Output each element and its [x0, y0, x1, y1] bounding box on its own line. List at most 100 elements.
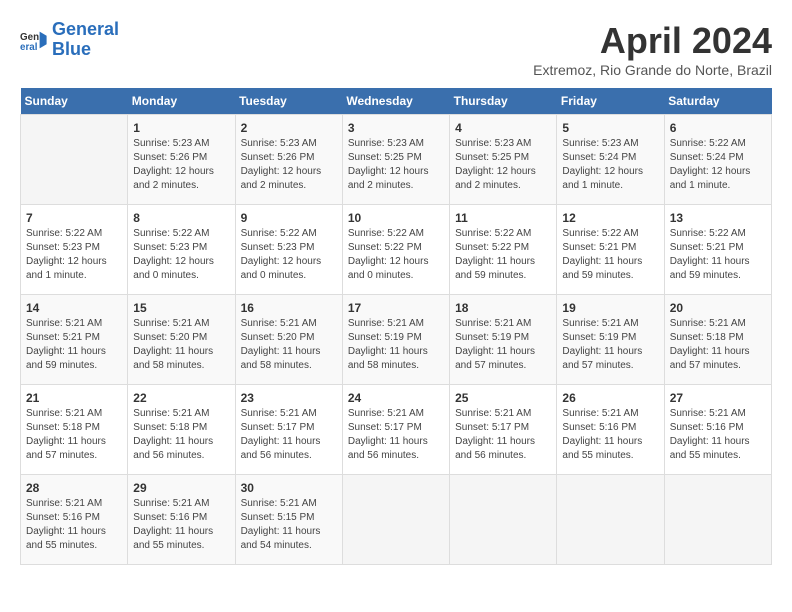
day-info: Sunrise: 5:23 AM Sunset: 5:25 PM Dayligh… [348, 137, 444, 193]
calendar-cell: 15Sunrise: 5:21 AM Sunset: 5:20 PM Dayli… [128, 295, 235, 385]
day-info: Sunrise: 5:21 AM Sunset: 5:17 PM Dayligh… [348, 407, 444, 463]
calendar-cell: 19 Sunrise: 5:21 AM Sunset: 5:19 PM Dayli… [557, 295, 664, 385]
day-info: Sunrise: 5:21 AM Sunset: 5:19 PM Dayligh… [455, 317, 551, 373]
day-number: 13 [670, 211, 766, 225]
calendar-week-row: 28 Sunrise: 5:21 AM Sunset: 5:16 PM Dayli… [21, 475, 772, 565]
calendar-cell: 23 Sunrise: 5:21 AM Sunset: 5:17 PM Dayli… [235, 385, 342, 475]
calendar-cell: 11 Sunrise: 5:22 AM Sunset: 5:22 PM Dayli… [450, 205, 557, 295]
day-number: 16 [241, 301, 337, 315]
calendar-cell: 16 Sunrise: 5:21 AM Sunset: 5:20 PM Dayli… [235, 295, 342, 385]
day-number: 3 [348, 121, 444, 135]
calendar-cell: 10 Sunrise: 5:22 AM Sunset: 5:22 PM Dayli… [342, 205, 449, 295]
calendar-cell [450, 475, 557, 565]
title-block: April 2024 Extremoz, Rio Grande do Norte… [533, 20, 772, 78]
day-info: Sunrise: 5:21 AM Sunset: 5:15 PM Dayligh… [241, 497, 337, 553]
day-of-week-header: Monday [128, 88, 235, 115]
calendar-cell: 20Sunrise: 5:21 AM Sunset: 5:18 PM Dayli… [664, 295, 771, 385]
day-number: 2 [241, 121, 337, 135]
day-number: 17 [348, 301, 444, 315]
day-info: Sunrise: 5:21 AM Sunset: 5:18 PM Dayligh… [133, 407, 229, 463]
calendar-cell: 3 Sunrise: 5:23 AM Sunset: 5:25 PM Daylig… [342, 115, 449, 205]
day-number: 24 [348, 391, 444, 405]
day-info: Sunrise: 5:23 AM Sunset: 5:25 PM Dayligh… [455, 137, 551, 193]
day-of-week-header: Sunday [21, 88, 128, 115]
day-info: Sunrise: 5:21 AM Sunset: 5:19 PM Dayligh… [562, 317, 658, 373]
day-number: 14 [26, 301, 122, 315]
day-of-week-header: Thursday [450, 88, 557, 115]
day-info: Sunrise: 5:22 AM Sunset: 5:23 PM Dayligh… [133, 227, 229, 283]
day-number: 12 [562, 211, 658, 225]
calendar-week-row: 7 Sunrise: 5:22 AM Sunset: 5:23 PM Daylig… [21, 205, 772, 295]
day-info: Sunrise: 5:22 AM Sunset: 5:21 PM Dayligh… [562, 227, 658, 283]
calendar-cell: 8Sunrise: 5:22 AM Sunset: 5:23 PM Daylig… [128, 205, 235, 295]
logo-text: General Blue [52, 20, 119, 60]
calendar-cell: 13Sunrise: 5:22 AM Sunset: 5:21 PM Dayli… [664, 205, 771, 295]
day-info: Sunrise: 5:23 AM Sunset: 5:26 PM Dayligh… [241, 137, 337, 193]
day-info: Sunrise: 5:21 AM Sunset: 5:16 PM Dayligh… [670, 407, 766, 463]
day-of-week-header: Saturday [664, 88, 771, 115]
logo-icon: Gen eral [20, 26, 48, 54]
day-number: 11 [455, 211, 551, 225]
calendar-cell: 22 Sunrise: 5:21 AM Sunset: 5:18 PM Dayli… [128, 385, 235, 475]
calendar-header-row: SundayMondayTuesdayWednesdayThursdayFrid… [21, 88, 772, 115]
day-info: Sunrise: 5:21 AM Sunset: 5:20 PM Dayligh… [133, 317, 229, 373]
day-of-week-header: Tuesday [235, 88, 342, 115]
calendar-cell: 14 Sunrise: 5:21 AM Sunset: 5:21 PM Dayli… [21, 295, 128, 385]
day-of-week-header: Friday [557, 88, 664, 115]
day-info: Sunrise: 5:21 AM Sunset: 5:18 PM Dayligh… [670, 317, 766, 373]
calendar-cell: 29Sunrise: 5:21 AM Sunset: 5:16 PM Dayli… [128, 475, 235, 565]
day-info: Sunrise: 5:22 AM Sunset: 5:24 PM Dayligh… [670, 137, 766, 193]
day-number: 18 [455, 301, 551, 315]
day-number: 29 [133, 481, 229, 495]
day-info: Sunrise: 5:23 AM Sunset: 5:24 PM Dayligh… [562, 137, 658, 193]
day-info: Sunrise: 5:23 AM Sunset: 5:26 PM Dayligh… [133, 137, 229, 193]
calendar-week-row: 1Sunrise: 5:23 AM Sunset: 5:26 PM Daylig… [21, 115, 772, 205]
day-number: 25 [455, 391, 551, 405]
calendar-cell: 28 Sunrise: 5:21 AM Sunset: 5:16 PM Dayli… [21, 475, 128, 565]
calendar-cell: 24 Sunrise: 5:21 AM Sunset: 5:17 PM Dayli… [342, 385, 449, 475]
calendar-cell: 5 Sunrise: 5:23 AM Sunset: 5:24 PM Daylig… [557, 115, 664, 205]
day-number: 23 [241, 391, 337, 405]
day-info: Sunrise: 5:22 AM Sunset: 5:22 PM Dayligh… [348, 227, 444, 283]
calendar-cell: 12 Sunrise: 5:22 AM Sunset: 5:21 PM Dayli… [557, 205, 664, 295]
day-info: Sunrise: 5:21 AM Sunset: 5:16 PM Dayligh… [26, 497, 122, 553]
day-number: 9 [241, 211, 337, 225]
calendar-cell: 2 Sunrise: 5:23 AM Sunset: 5:26 PM Daylig… [235, 115, 342, 205]
day-info: Sunrise: 5:21 AM Sunset: 5:17 PM Dayligh… [241, 407, 337, 463]
day-number: 19 [562, 301, 658, 315]
day-info: Sunrise: 5:21 AM Sunset: 5:19 PM Dayligh… [348, 317, 444, 373]
day-info: Sunrise: 5:22 AM Sunset: 5:23 PM Dayligh… [241, 227, 337, 283]
day-number: 21 [26, 391, 122, 405]
calendar-body: 1Sunrise: 5:23 AM Sunset: 5:26 PM Daylig… [21, 115, 772, 565]
day-number: 22 [133, 391, 229, 405]
calendar-table: SundayMondayTuesdayWednesdayThursdayFrid… [20, 88, 772, 565]
calendar-cell: 21Sunrise: 5:21 AM Sunset: 5:18 PM Dayli… [21, 385, 128, 475]
day-info: Sunrise: 5:21 AM Sunset: 5:21 PM Dayligh… [26, 317, 122, 373]
calendar-cell: 18 Sunrise: 5:21 AM Sunset: 5:19 PM Dayli… [450, 295, 557, 385]
day-number: 26 [562, 391, 658, 405]
calendar-cell: 1Sunrise: 5:23 AM Sunset: 5:26 PM Daylig… [128, 115, 235, 205]
location-subtitle: Extremoz, Rio Grande do Norte, Brazil [533, 62, 772, 78]
calendar-cell: 9 Sunrise: 5:22 AM Sunset: 5:23 PM Daylig… [235, 205, 342, 295]
calendar-cell [342, 475, 449, 565]
calendar-cell: 17 Sunrise: 5:21 AM Sunset: 5:19 PM Dayli… [342, 295, 449, 385]
day-number: 7 [26, 211, 122, 225]
day-info: Sunrise: 5:21 AM Sunset: 5:20 PM Dayligh… [241, 317, 337, 373]
calendar-cell: 4 Sunrise: 5:23 AM Sunset: 5:25 PM Daylig… [450, 115, 557, 205]
day-number: 30 [241, 481, 337, 495]
day-number: 27 [670, 391, 766, 405]
day-number: 4 [455, 121, 551, 135]
day-number: 28 [26, 481, 122, 495]
calendar-cell [557, 475, 664, 565]
calendar-cell [21, 115, 128, 205]
day-number: 6 [670, 121, 766, 135]
calendar-cell: 6 Sunrise: 5:22 AM Sunset: 5:24 PM Daylig… [664, 115, 771, 205]
page-header: Gen eral General Blue April 2024 Extremo… [20, 20, 772, 78]
day-number: 10 [348, 211, 444, 225]
day-info: Sunrise: 5:22 AM Sunset: 5:22 PM Dayligh… [455, 227, 551, 283]
logo: Gen eral General Blue [20, 20, 119, 60]
month-title: April 2024 [533, 20, 772, 62]
day-info: Sunrise: 5:21 AM Sunset: 5:16 PM Dayligh… [562, 407, 658, 463]
calendar-cell: 27 Sunrise: 5:21 AM Sunset: 5:16 PM Dayli… [664, 385, 771, 475]
day-number: 5 [562, 121, 658, 135]
